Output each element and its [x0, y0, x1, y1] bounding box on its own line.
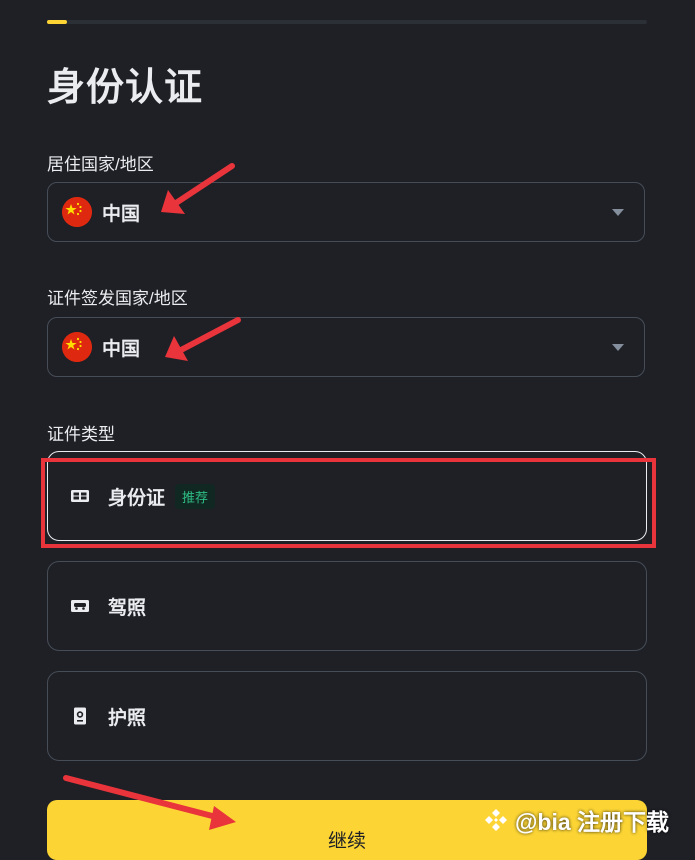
residence-country-label: 居住国家/地区 — [47, 155, 154, 174]
residence-country-select[interactable]: 中国 — [47, 182, 645, 242]
china-flag-icon — [62, 197, 92, 227]
progress-bar — [47, 20, 647, 24]
document-type-label: 证件类型 — [47, 425, 115, 444]
residence-country-value: 中国 — [102, 203, 141, 225]
china-flag-icon — [62, 332, 92, 362]
issuing-country-value: 中国 — [102, 338, 141, 360]
passport-icon — [74, 707, 86, 725]
document-option-label: 护照 — [108, 707, 147, 729]
issuing-country-select[interactable]: 中国 — [47, 317, 645, 377]
driver-license-icon — [71, 600, 89, 612]
chevron-down-icon — [612, 208, 624, 216]
watermark-text: @bia 注册下载 — [515, 809, 670, 835]
recommended-badge: 推荐 — [175, 483, 216, 509]
document-option-label: 驾照 — [108, 597, 147, 619]
binance-logo-icon — [485, 809, 507, 831]
id-card-icon — [71, 490, 89, 502]
document-option-id-card[interactable]: 身份证 推荐 — [47, 451, 647, 541]
document-option-label: 身份证 — [108, 487, 166, 509]
chevron-down-icon — [612, 343, 624, 351]
document-option-passport[interactable]: 护照 — [47, 671, 647, 761]
progress-bar-fill — [47, 20, 67, 24]
page-title: 身份认证 — [47, 67, 204, 109]
document-option-driver-license[interactable]: 驾照 — [47, 561, 647, 651]
watermark: @bia 注册下载 — [483, 803, 669, 837]
issuing-country-label: 证件签发国家/地区 — [47, 289, 188, 308]
